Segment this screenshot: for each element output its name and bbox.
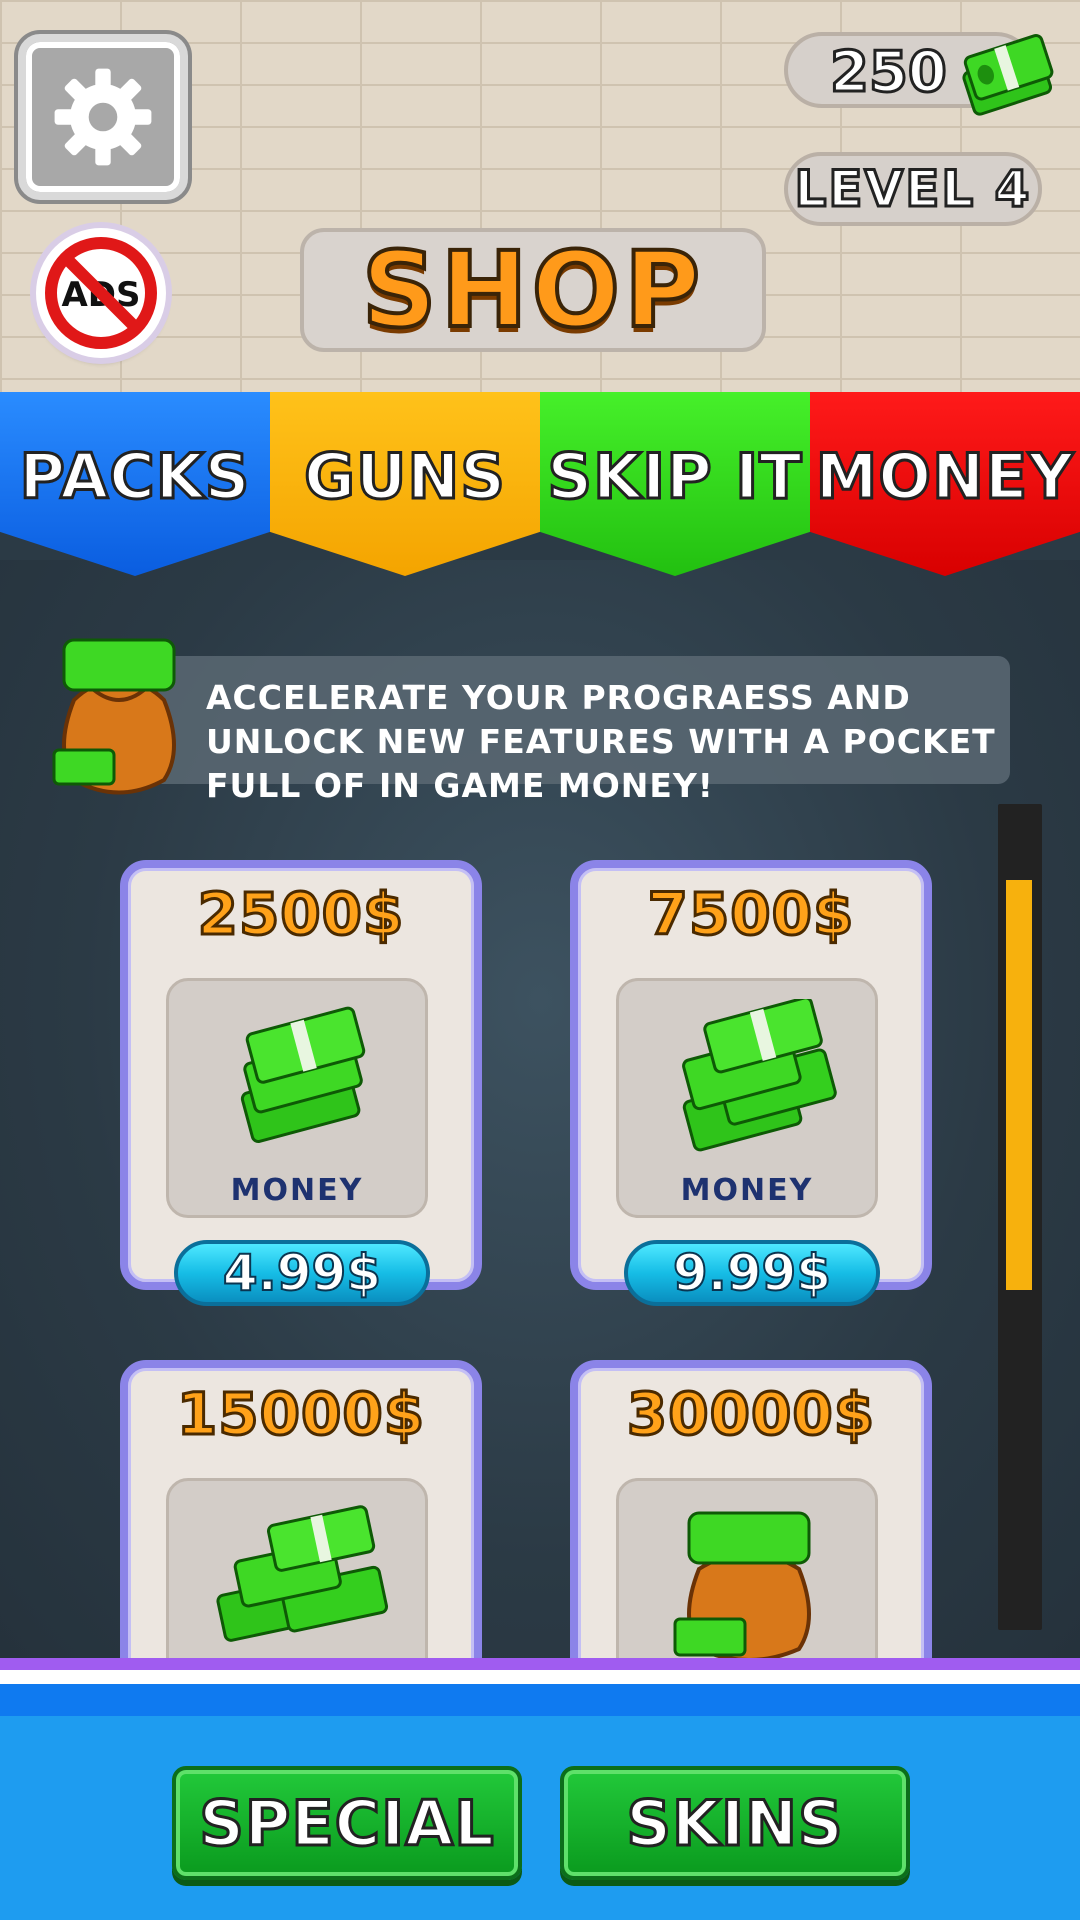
- price-label: 9.99$: [672, 1243, 832, 1303]
- item-label: MONEY: [230, 1173, 364, 1208]
- item-amount: 2500$: [196, 879, 405, 950]
- buy-button[interactable]: 9.99$: [624, 1240, 880, 1306]
- tab-money[interactable]: MONEY: [810, 392, 1080, 576]
- tab-guns-label: GUNS: [303, 439, 507, 515]
- level-label: LEVEL 4: [793, 159, 1032, 220]
- gear-icon: [54, 68, 152, 166]
- shop-item-card[interactable]: 30000$: [570, 1360, 932, 1700]
- shop-title-panel: SHOP: [300, 227, 766, 353]
- price-label: 4.99$: [222, 1243, 382, 1303]
- currency-counter: 250: [784, 32, 1054, 116]
- special-button[interactable]: SPECIAL: [172, 1766, 522, 1880]
- bottom-divider-white: [0, 1670, 1080, 1684]
- tab-money-label: MONEY: [814, 439, 1075, 515]
- tab-packs[interactable]: PACKS: [0, 392, 270, 576]
- item-image-panel: MONEY: [616, 978, 878, 1218]
- currency-value: 250: [829, 39, 949, 107]
- shop-item-card[interactable]: 2500$ MONEY: [120, 860, 482, 1290]
- tab-packs-label: PACKS: [18, 439, 251, 515]
- cash-pile-icon: [682, 999, 837, 1152]
- tab-skip-it[interactable]: SKIP IT: [540, 392, 810, 576]
- bottom-bar: [0, 1716, 1080, 1920]
- info-text: ACCELERATE YOUR PROGRAESS AND UNLOCK NEW…: [206, 678, 996, 805]
- item-image-panel: MONEY: [166, 978, 428, 1218]
- tab-skip-it-label: SKIP IT: [546, 439, 803, 515]
- cash-stack-icon: [240, 1006, 366, 1143]
- money-bag-icon: [673, 1511, 811, 1659]
- skins-button-label: SKINS: [625, 1785, 844, 1861]
- cash-heap-icon: [216, 1505, 389, 1642]
- cash-icon: [962, 34, 1054, 116]
- tab-guns[interactable]: GUNS: [270, 392, 540, 576]
- item-amount: 7500$: [646, 879, 855, 950]
- item-label: MONEY: [680, 1173, 814, 1208]
- item-amount: 15000$: [175, 1379, 426, 1450]
- skins-button[interactable]: SKINS: [560, 1766, 910, 1880]
- scrollbar-thumb[interactable]: [1006, 880, 1032, 1290]
- shop-item-card[interactable]: 7500$ MONEY: [570, 860, 932, 1290]
- no-ads-button[interactable]: ADS: [36, 228, 166, 358]
- special-button-label: SPECIAL: [198, 1785, 496, 1861]
- info-banner: ACCELERATE YOUR PROGRAESS AND UNLOCK NEW…: [150, 656, 1010, 805]
- no-ads-icon: ADS: [45, 237, 157, 349]
- item-amount: 30000$: [625, 1379, 876, 1450]
- page-title: SHOP: [360, 227, 705, 353]
- settings-button[interactable]: [18, 34, 188, 200]
- shop-item-card[interactable]: 15000$: [120, 1360, 482, 1700]
- bottom-divider: [0, 1658, 1080, 1670]
- buy-button[interactable]: 4.99$: [174, 1240, 430, 1306]
- level-indicator: LEVEL 4: [784, 152, 1042, 226]
- bottom-divider-blue: [0, 1684, 1080, 1720]
- scrollbar[interactable]: [998, 804, 1042, 1630]
- money-bag-icon: [52, 638, 176, 795]
